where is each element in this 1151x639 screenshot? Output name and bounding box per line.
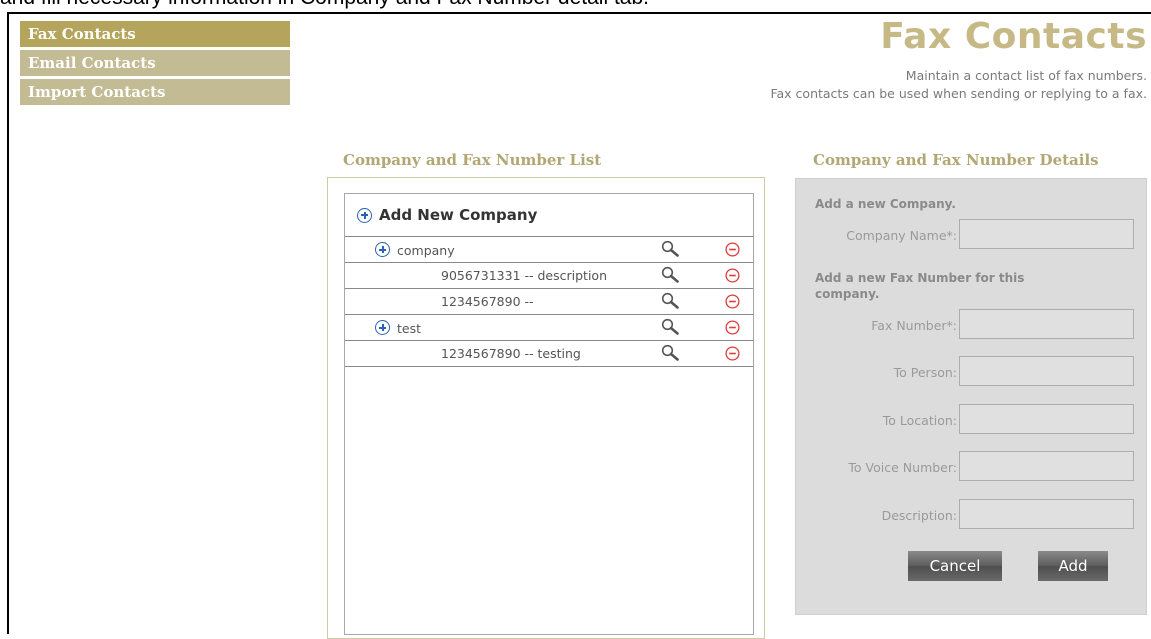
to-voice-number-input[interactable] bbox=[959, 451, 1134, 481]
row-label-text: 1234567890 -- bbox=[441, 294, 534, 309]
fax-number-label: Fax Number*: bbox=[871, 318, 957, 333]
plus-circle-icon[interactable] bbox=[375, 320, 390, 335]
search-icon[interactable] bbox=[661, 292, 679, 310]
add-button[interactable]: Add bbox=[1038, 551, 1108, 581]
fax-heading-line-2: company. bbox=[815, 287, 880, 301]
cancel-button[interactable]: Cancel bbox=[908, 551, 1002, 581]
fax-entry[interactable]: 9056731331 -- description bbox=[441, 268, 607, 283]
company-name[interactable]: test bbox=[375, 320, 421, 336]
page-subtitle: Maintain a contact list of fax numbers. … bbox=[770, 67, 1147, 103]
sidebar-nav: Fax Contacts Email Contacts Import Conta… bbox=[20, 21, 290, 108]
row-label-text: company bbox=[397, 243, 455, 258]
to-location-label: To Location: bbox=[882, 413, 957, 428]
instruction-caption: and fill necessary information in Compan… bbox=[0, 0, 649, 10]
search-icon[interactable] bbox=[661, 344, 679, 362]
row-label-text: 9056731331 -- description bbox=[441, 268, 607, 283]
delete-icon[interactable] bbox=[725, 346, 740, 361]
row-label-text: test bbox=[397, 321, 422, 336]
list-section-title: Company and Fax Number List bbox=[343, 151, 602, 169]
company-name[interactable]: company bbox=[375, 242, 455, 258]
contact-list: Add New Company company 9056731331 -- des… bbox=[344, 193, 754, 635]
fax-heading-line-1: Add a new Fax Number for this bbox=[815, 271, 1025, 285]
company-row[interactable]: company bbox=[345, 237, 753, 263]
subtitle-line-1: Maintain a contact list of fax numbers. bbox=[905, 68, 1147, 83]
description-label: Description: bbox=[881, 508, 957, 523]
to-location-input[interactable] bbox=[959, 404, 1134, 434]
row-label-text: 1234567890 -- testing bbox=[441, 346, 581, 361]
details-section-title: Company and Fax Number Details bbox=[813, 151, 1099, 169]
fax-number-input[interactable] bbox=[959, 309, 1134, 339]
delete-icon[interactable] bbox=[725, 320, 740, 335]
company-heading: Add a new Company. bbox=[815, 197, 956, 211]
fax-heading: Add a new Fax Number for this company. bbox=[815, 270, 1024, 302]
delete-icon[interactable] bbox=[725, 268, 740, 283]
details-panel: Add a new Company. Company Name*: Add a … bbox=[795, 178, 1147, 615]
fax-entry[interactable]: 1234567890 -- testing bbox=[441, 346, 581, 361]
add-new-company-button[interactable]: Add New Company bbox=[345, 194, 753, 237]
search-icon[interactable] bbox=[661, 240, 679, 258]
nav-item-email-contacts[interactable]: Email Contacts bbox=[20, 50, 290, 76]
add-new-company-label: Add New Company bbox=[379, 206, 538, 224]
fax-row[interactable]: 1234567890 -- testing bbox=[345, 341, 753, 367]
company-name-input[interactable] bbox=[959, 219, 1134, 249]
company-row[interactable]: test bbox=[345, 315, 753, 341]
nav-item-import-contacts[interactable]: Import Contacts bbox=[20, 79, 290, 105]
fax-row[interactable]: 1234567890 -- bbox=[345, 289, 753, 315]
search-icon[interactable] bbox=[661, 266, 679, 284]
subtitle-line-2: Fax contacts can be used when sending or… bbox=[770, 86, 1147, 101]
plus-circle-icon[interactable] bbox=[375, 242, 390, 257]
description-input[interactable] bbox=[959, 499, 1134, 529]
company-name-label: Company Name*: bbox=[846, 228, 957, 243]
to-voice-number-label: To Voice Number: bbox=[848, 460, 957, 475]
to-person-input[interactable] bbox=[959, 356, 1134, 386]
fax-entry[interactable]: 1234567890 -- bbox=[441, 294, 534, 309]
plus-circle-icon bbox=[357, 207, 372, 223]
fax-row[interactable]: 9056731331 -- description bbox=[345, 263, 753, 289]
delete-icon[interactable] bbox=[725, 294, 740, 309]
to-person-label: To Person: bbox=[893, 365, 957, 380]
page-title: Fax Contacts bbox=[880, 16, 1147, 57]
delete-icon[interactable] bbox=[725, 242, 740, 257]
search-icon[interactable] bbox=[661, 318, 679, 336]
nav-item-fax-contacts[interactable]: Fax Contacts bbox=[20, 21, 290, 47]
